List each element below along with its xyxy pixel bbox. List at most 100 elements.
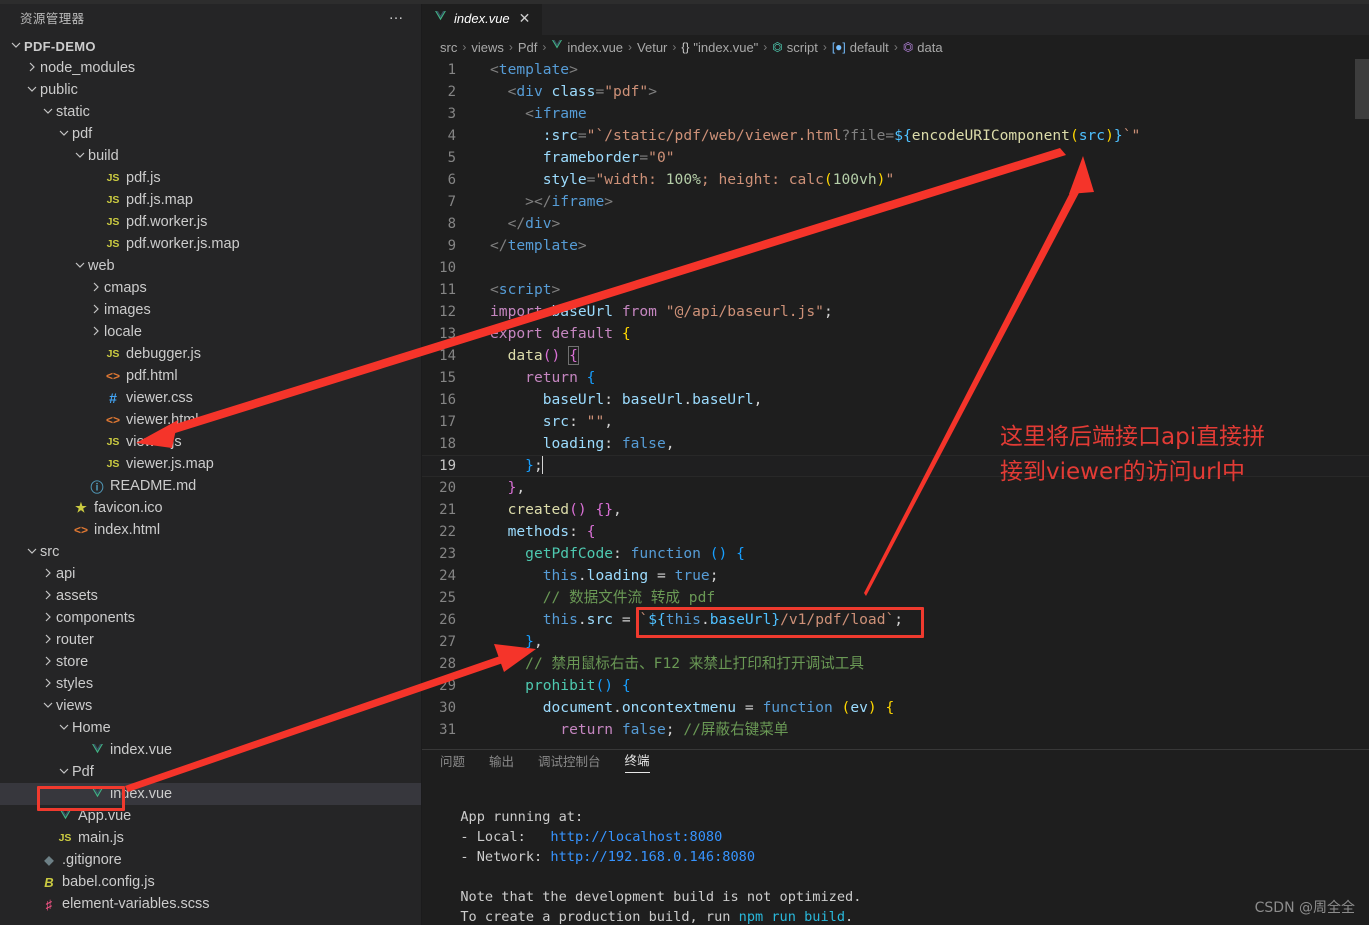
tree-item-favicon-ico[interactable]: ★ favicon.ico (0, 497, 421, 519)
code-line[interactable]: 1 <template> (422, 59, 1369, 81)
code-line[interactable]: 6 style="width: 100%; height: calc(100vh… (422, 169, 1369, 191)
tree-item-api[interactable]: api (0, 563, 421, 585)
tree-item-components[interactable]: components (0, 607, 421, 629)
code-line[interactable]: 12 import baseUrl from "@/api/baseurl.js"… (422, 301, 1369, 323)
panel-tab-0[interactable]: 问题 (440, 751, 465, 773)
code-line[interactable]: 10 (422, 257, 1369, 279)
tree-item-node-modules[interactable]: node_modules (0, 57, 421, 79)
tree-item-pdf-html[interactable]: <> pdf.html (0, 365, 421, 387)
code-line[interactable]: 31 return false; //屏蔽右键菜单 (422, 719, 1369, 741)
tree-item-gitignore[interactable]: ◆ .gitignore (0, 849, 421, 871)
tree-item-babel-config-js[interactable]: Bbabel.config.js (0, 871, 421, 893)
tree-item-element-variables-scss[interactable]: ♯ element-variables.scss (0, 893, 421, 915)
code-line[interactable]: 15 return { (422, 367, 1369, 389)
breadcrumb-item-pdf[interactable]: Pdf (518, 40, 538, 55)
code-line[interactable]: 29 prohibit() { (422, 675, 1369, 697)
code-line[interactable]: 11 <script> (422, 279, 1369, 301)
breadcrumb-item-src[interactable]: src (440, 40, 457, 55)
code-line[interactable]: 21 created() {}, (422, 499, 1369, 521)
chevron-right-icon[interactable] (88, 326, 104, 336)
code-line[interactable]: 28 // 禁用鼠标右击、F12 来禁止打印和打开调试工具 (422, 653, 1369, 675)
chevron-right-icon[interactable] (40, 568, 56, 578)
tree-item-viewer-js-map[interactable]: JS viewer.js.map (0, 453, 421, 475)
chevron-right-icon[interactable] (40, 612, 56, 622)
tree-item-build[interactable]: build (0, 145, 421, 167)
code-line[interactable]: 5 frameborder="0" (422, 147, 1369, 169)
chevron-down-icon[interactable] (72, 260, 88, 270)
breadcrumb-item-data[interactable]: ⏣ data (903, 40, 943, 55)
editor-tab-index-vue[interactable]: index.vue ✕ (422, 0, 543, 35)
chevron-right-icon[interactable] (40, 590, 56, 600)
code-line[interactable]: 7 ></iframe> (422, 191, 1369, 213)
tree-item-pdf-js-map[interactable]: JS pdf.js.map (0, 189, 421, 211)
tree-item-web[interactable]: web (0, 255, 421, 277)
tree-item-cmaps[interactable]: cmaps (0, 277, 421, 299)
code-line[interactable]: 16 baseUrl: baseUrl.baseUrl, (422, 389, 1369, 411)
chevron-down-icon[interactable] (40, 700, 56, 710)
tree-item-static[interactable]: static (0, 101, 421, 123)
breadcrumb-item-indexvue[interactable]: {} "index.vue" (681, 40, 758, 55)
terminal-local-url[interactable]: http://localhost:8080 (550, 829, 722, 845)
tree-item-assets[interactable]: assets (0, 585, 421, 607)
tree-item-viewer-css[interactable]: # viewer.css (0, 387, 421, 409)
chevron-down-icon[interactable] (72, 150, 88, 160)
editor-scrollbar[interactable] (1355, 59, 1369, 119)
chevron-down-icon[interactable] (24, 546, 40, 556)
tree-item-images[interactable]: images (0, 299, 421, 321)
tree-item-public[interactable]: public (0, 79, 421, 101)
tree-item-readme-md[interactable]: ⓘ README.md (0, 475, 421, 497)
chevron-right-icon[interactable] (24, 62, 40, 72)
code-line[interactable]: 4 :src="`/static/pdf/web/viewer.html?fil… (422, 125, 1369, 147)
code-line[interactable]: 14 data() { (422, 345, 1369, 367)
tree-item-pdf[interactable]: Pdf (0, 761, 421, 783)
terminal-output[interactable]: App running at: - Local: http://localhos… (422, 773, 1369, 925)
code-line[interactable]: 22 methods: { (422, 521, 1369, 543)
tree-item-views[interactable]: views (0, 695, 421, 717)
chevron-down-icon[interactable] (56, 722, 72, 732)
code-line[interactable]: 25 // 数据文件流 转成 pdf (422, 587, 1369, 609)
close-icon[interactable]: ✕ (517, 10, 533, 27)
chevron-down-icon[interactable] (8, 40, 24, 50)
panel-tab-1[interactable]: 输出 (489, 751, 514, 773)
breadcrumb-item-views[interactable]: views (471, 40, 504, 55)
tree-item-viewer-html[interactable]: <> viewer.html (0, 409, 421, 431)
breadcrumb-item-default[interactable]: [●] default (832, 40, 889, 55)
code-line[interactable]: 23 getPdfCode: function () { (422, 543, 1369, 565)
chevron-down-icon[interactable] (40, 106, 56, 116)
tree-item-store[interactable]: store (0, 651, 421, 673)
chevron-right-icon[interactable] (88, 282, 104, 292)
breadcrumb-item-indexvue[interactable]: index.vue (551, 40, 623, 55)
code-editor[interactable]: 1 <template> 2 <div class="pdf"> 3 <iframe 4… (422, 59, 1369, 749)
tree-item-pdf[interactable]: pdf (0, 123, 421, 145)
chevron-right-icon[interactable] (40, 656, 56, 666)
terminal-network-url[interactable]: http://192.168.0.146:8080 (550, 849, 755, 865)
code-line[interactable]: 13 export default { (422, 323, 1369, 345)
chevron-down-icon[interactable] (56, 128, 72, 138)
tree-item-index-vue[interactable]: index.vue (0, 739, 421, 761)
breadcrumb-item-script[interactable]: ⏣ script (772, 40, 818, 55)
tree-item-pdf-worker-js-map[interactable]: JS pdf.worker.js.map (0, 233, 421, 255)
chevron-down-icon[interactable] (56, 766, 72, 776)
tree-item-pdf-demo[interactable]: PDF-DEMO (0, 35, 421, 57)
code-line[interactable]: 3 <iframe (422, 103, 1369, 125)
tree-item-viewer-js[interactable]: JS viewer.js (0, 431, 421, 453)
chevron-right-icon[interactable] (40, 678, 56, 688)
code-line[interactable]: 2 <div class="pdf"> (422, 81, 1369, 103)
chevron-right-icon[interactable] (88, 304, 104, 314)
tree-item-pdf-worker-js[interactable]: JS pdf.worker.js (0, 211, 421, 233)
chevron-right-icon[interactable] (40, 634, 56, 644)
tree-item-src[interactable]: src (0, 541, 421, 563)
code-line[interactable]: 30 document.oncontextmenu = function (ev… (422, 697, 1369, 719)
tree-item-home[interactable]: Home (0, 717, 421, 739)
tree-item-index-html[interactable]: <> index.html (0, 519, 421, 541)
tree-item-router[interactable]: router (0, 629, 421, 651)
code-line[interactable]: 8 </div> (422, 213, 1369, 235)
explorer-more-actions-icon[interactable]: … (389, 7, 406, 25)
tree-item-main-js[interactable]: JS main.js (0, 827, 421, 849)
tree-item-locale[interactable]: locale (0, 321, 421, 343)
tree-item-debugger-js[interactable]: JS debugger.js (0, 343, 421, 365)
breadcrumb-item-vetur[interactable]: Vetur (637, 40, 667, 55)
tree-item-pdf-js[interactable]: JS pdf.js (0, 167, 421, 189)
tree-item-styles[interactable]: styles (0, 673, 421, 695)
code-line[interactable]: 24 this.loading = true; (422, 565, 1369, 587)
